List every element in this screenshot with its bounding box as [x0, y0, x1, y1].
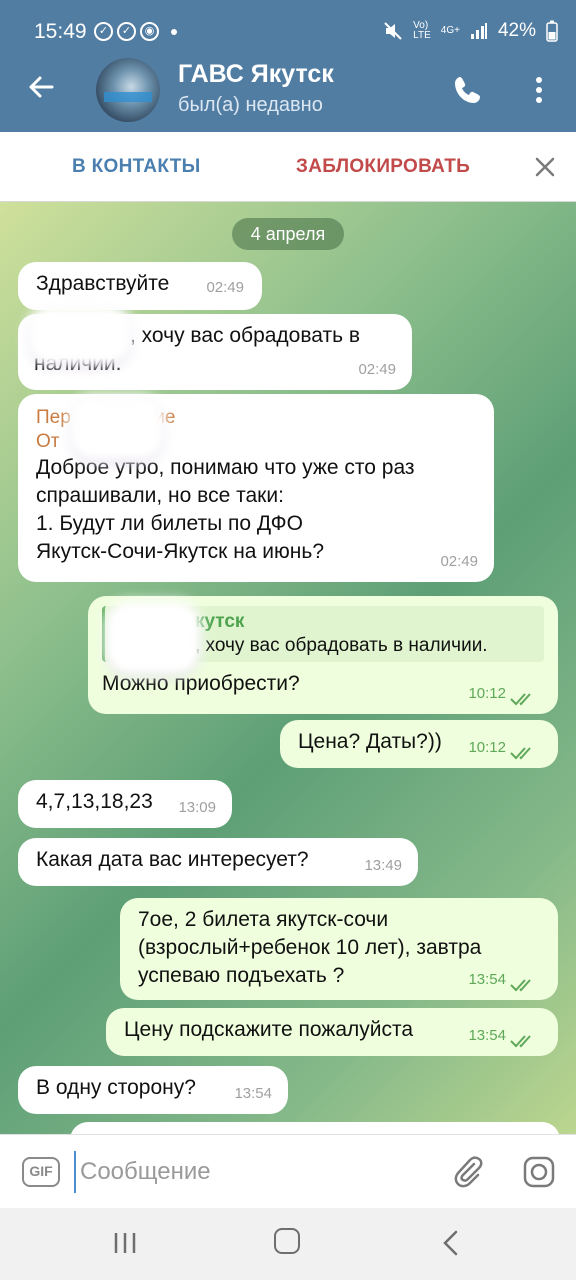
message-text: Здравствуйте — [36, 272, 170, 295]
double-check-icon — [510, 693, 531, 706]
double-check-icon — [510, 979, 531, 992]
message-incoming[interactable]: В одну сторону? 13:54 — [18, 1066, 288, 1114]
chat-title[interactable]: ГАВС Якутск — [178, 60, 334, 89]
message-outgoing[interactable]: Цену подскажите пожалуйста 13:54 — [106, 1008, 558, 1056]
message-incoming[interactable]: 4,7,13,18,23 13:09 — [18, 780, 232, 828]
message-text: Якутск-Сочи-Якутск на июнь? — [36, 540, 325, 563]
message-outgoing[interactable]: Цена? Даты?)) 10:12 — [280, 720, 558, 768]
message-text: 4,7,13,18,23 — [36, 790, 153, 813]
message-composer: GIF — [0, 1134, 576, 1208]
status-time: 15:49 — [34, 20, 87, 43]
notification-icons: ✓ ✓ ◉ — [94, 22, 177, 41]
message-text: , хочу вас обрадовать в — [130, 324, 361, 347]
message-text: (взрослый+ребенок 10 лет), завтра — [138, 936, 482, 959]
message-text: Какая дата вас интересует? — [36, 848, 309, 871]
double-check-icon — [510, 747, 531, 760]
message-text: Доброе утро, понимаю что уже сто раз — [36, 456, 415, 479]
message-text: 1. Будут ли билеты по ДФО — [36, 512, 303, 535]
system-nav-bar — [0, 1208, 576, 1280]
redacted-blur — [32, 310, 128, 360]
message-time: 13:54 — [468, 1027, 506, 1044]
message-time: 02:49 — [358, 361, 396, 378]
battery-icon — [546, 20, 558, 42]
chat-header: ГАВС Якутск был(а) недавно — [0, 48, 576, 132]
last-seen-status: был(а) недавно — [178, 94, 323, 116]
more-vert-icon[interactable] — [532, 74, 546, 106]
message-time: 10:12 — [468, 685, 506, 702]
message-time: 10:12 — [468, 739, 506, 756]
message-time: 13:54 — [234, 1085, 272, 1102]
message-input[interactable] — [74, 1151, 434, 1193]
message-time: 13:49 — [364, 857, 402, 874]
phone-icon[interactable] — [452, 74, 484, 106]
system-icons: Vo) LTE 4G+ 42% — [383, 20, 558, 42]
check-circle-icon: ✓ — [117, 22, 136, 41]
message-time: 02:49 — [440, 553, 478, 570]
redacted-blur — [110, 606, 196, 670]
double-check-icon — [510, 1035, 531, 1048]
back-arrow-icon[interactable] — [24, 70, 58, 104]
message-text: спрашивали, но все таки: — [36, 484, 284, 507]
block-button[interactable]: ЗАБЛОКИРОВАТЬ — [296, 156, 470, 178]
date-chip: 4 апреля — [232, 218, 344, 250]
message-list[interactable]: 4 апреля Здравствуйте 02:49 , хочу вас о… — [0, 202, 576, 1134]
avatar[interactable] — [96, 58, 160, 122]
message-text: Цену подскажите пожалуйста — [124, 1018, 414, 1041]
check-circle-icon: ✓ — [94, 22, 113, 41]
camera-icon[interactable] — [522, 1155, 556, 1189]
message-incoming[interactable]: Здравствуйте 02:49 — [18, 262, 262, 310]
message-time: 13:54 — [468, 971, 506, 988]
message-incoming[interactable] — [70, 1122, 560, 1134]
message-time: 13:09 — [178, 799, 216, 816]
message-outgoing[interactable]: 7ое, 2 билета якутск-сочи (взрослый+ребе… — [120, 898, 558, 1000]
paperclip-icon[interactable] — [452, 1155, 486, 1189]
gif-icon[interactable]: GIF — [22, 1157, 60, 1187]
mute-icon — [384, 22, 402, 40]
recent-apps-icon[interactable] — [112, 1230, 138, 1256]
message-text: Цена? Даты?)) — [298, 730, 442, 753]
message-incoming[interactable]: Какая дата вас интересует? 13:49 — [18, 838, 418, 886]
message-time: 02:49 — [206, 279, 244, 296]
volte-icon: Vo) LTE — [413, 20, 431, 41]
battery-percent: 42% — [497, 20, 536, 41]
chrome-icon: ◉ — [140, 22, 159, 41]
nav-back-icon[interactable] — [440, 1230, 462, 1256]
add-to-contacts-button[interactable]: В КОНТАКТЫ — [72, 156, 201, 178]
signal-icon — [470, 23, 487, 39]
message-text: В одну сторону? — [36, 1076, 196, 1099]
home-icon[interactable] — [274, 1228, 300, 1254]
message-text: 7ое, 2 билета якутск-сочи — [138, 908, 389, 931]
more-notifications-icon — [171, 28, 177, 35]
close-icon[interactable] — [534, 156, 556, 178]
contact-action-bar: В КОНТАКТЫ ЗАБЛОКИРОВАТЬ — [0, 132, 576, 202]
redacted-blur — [74, 400, 160, 456]
network-type: 4G+ — [440, 25, 460, 36]
